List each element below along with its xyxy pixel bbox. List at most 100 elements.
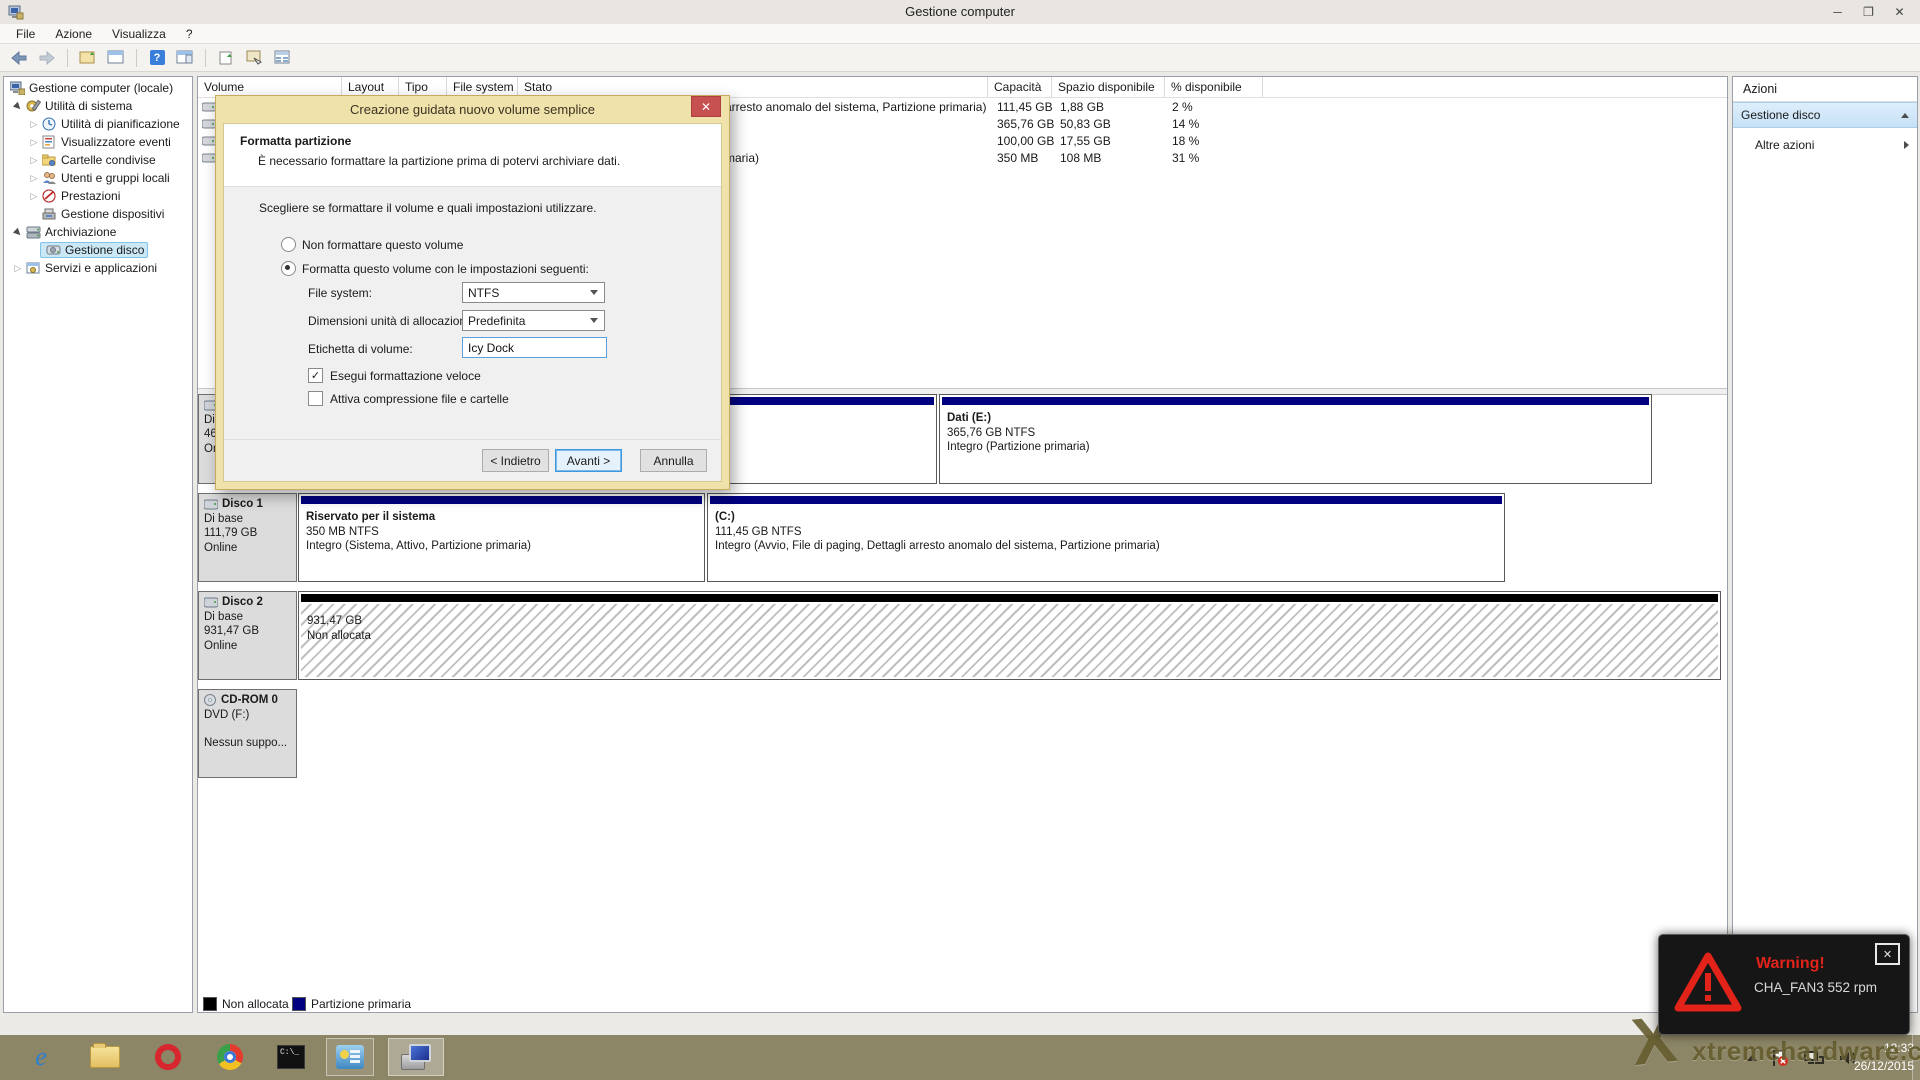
action-pane-icon[interactable] — [174, 47, 196, 69]
tree-item-label[interactable]: Utenti e gruppi locali — [61, 171, 170, 185]
tree-collapsed-icon[interactable]: ▷ — [28, 173, 40, 184]
taskbar-control-panel-button[interactable] — [326, 1038, 374, 1076]
column-header-volume[interactable]: Volume — [198, 77, 342, 97]
checkbox-unchecked-icon[interactable] — [308, 391, 323, 406]
column-header-stato[interactable]: Stato — [518, 77, 988, 97]
column-header-tipo[interactable]: Tipo — [399, 77, 447, 97]
tree-collapsed-icon[interactable]: ▷ — [28, 191, 40, 202]
file-system-select[interactable]: NTFS — [462, 282, 605, 303]
alloc-size-select[interactable]: Predefinita — [462, 310, 605, 331]
properties-icon[interactable] — [243, 47, 265, 69]
back-icon[interactable] — [8, 47, 30, 69]
tray-chevron-icon[interactable] — [1747, 1055, 1757, 1061]
tree-collapsed-icon[interactable]: ▷ — [28, 155, 40, 166]
forward-icon[interactable] — [36, 47, 58, 69]
refresh-icon[interactable] — [215, 47, 237, 69]
column-header-capacita[interactable]: Capacità — [988, 77, 1052, 97]
cancel-button[interactable]: Annulla — [640, 449, 707, 472]
checkbox-label[interactable]: Attiva compressione file e cartelle — [330, 392, 509, 406]
tree-expanded-icon[interactable]: ▶ — [10, 98, 26, 114]
menu-file[interactable]: File — [6, 25, 45, 43]
checkbox-checked-icon[interactable]: ✓ — [308, 368, 323, 383]
wizard-close-button[interactable]: ✕ — [691, 96, 721, 117]
tree-item-label[interactable]: Visualizzatore eventi — [61, 135, 171, 149]
taskbar-file-explorer-icon[interactable] — [88, 1041, 122, 1073]
tree-item-label[interactable]: Servizi e applicazioni — [45, 261, 157, 275]
tree-item-label[interactable]: Prestazioni — [61, 189, 120, 203]
wizard-titlebar[interactable]: Creazione guidata nuovo volume semplice … — [216, 96, 729, 123]
action-center-flag-icon[interactable] — [1770, 1048, 1790, 1068]
collapse-icon[interactable] — [1901, 113, 1909, 118]
tree-collapsed-icon[interactable]: ▷ — [28, 137, 40, 148]
tree-expanded-icon[interactable]: ▶ — [10, 224, 26, 240]
tree-collapsed-icon[interactable]: ▷ — [28, 119, 40, 130]
tree-item-servizi-applicazioni[interactable]: ▷ Servizi e applicazioni — [12, 259, 157, 277]
column-header-layout[interactable]: Layout — [342, 77, 399, 97]
tree-item-utilita-pianificazione[interactable]: ▷ Utilità di pianificazione — [28, 115, 180, 133]
chevron-down-icon[interactable] — [590, 318, 598, 323]
tree-item-utenti-gruppi[interactable]: ▷ Utenti e gruppi locali — [28, 169, 170, 187]
column-header-filesystem[interactable]: File system — [447, 77, 518, 97]
disk2-label[interactable]: Disco 2 Di base 931,47 GB Online — [198, 591, 297, 680]
submenu-arrow-icon[interactable] — [1904, 141, 1909, 149]
cdrom-label[interactable]: CD-ROM 0 DVD (F:) Nessun suppo... — [198, 689, 297, 778]
show-desktop-button[interactable] — [1912, 1035, 1920, 1080]
menu-azione[interactable]: Azione — [45, 25, 102, 43]
tree-item-label[interactable]: Gestione computer (locale) — [29, 81, 173, 95]
radio-icon[interactable] — [281, 237, 296, 252]
taskbar-computer-management-button[interactable] — [388, 1038, 444, 1076]
radio-label[interactable]: Non formattare questo volume — [302, 238, 463, 252]
column-header-spazio[interactable]: Spazio disponibile — [1052, 77, 1165, 97]
disk1-label[interactable]: Disco 1 Di base 111,79 GB Online — [198, 493, 297, 582]
tree-collapsed-icon[interactable]: ▷ — [12, 263, 24, 274]
radio-format[interactable]: Formatta questo volume con le impostazio… — [281, 261, 589, 276]
clock-date[interactable]: 26/12/2015 — [1834, 1057, 1914, 1075]
radio-label[interactable]: Formatta questo volume con le impostazio… — [302, 262, 589, 276]
tree-item-label[interactable]: Utilità di sistema — [45, 99, 132, 113]
console-window-icon[interactable] — [105, 47, 127, 69]
disk0-partition-dati[interactable]: Dati (E:) 365,76 GB NTFS Integro (Partiz… — [939, 394, 1652, 484]
column-header-pct[interactable]: % disponibile — [1165, 77, 1263, 97]
menu-help[interactable]: ? — [176, 25, 203, 43]
tree-item-label[interactable]: Cartelle condivise — [61, 153, 156, 167]
actions-altre-azioni[interactable]: Altre azioni — [1733, 133, 1917, 157]
tree-item-gestione-disco[interactable]: Gestione disco — [40, 241, 148, 259]
menu-visualizza[interactable]: Visualizza — [102, 25, 176, 43]
tree-item-cartelle-condivise[interactable]: ▷ Cartelle condivise — [28, 151, 156, 169]
tree-item-label[interactable]: Utilità di pianificazione — [61, 117, 180, 131]
show-console-tree-icon[interactable] — [77, 47, 99, 69]
tree-item-gestione-dispositivi[interactable]: Gestione dispositivi — [40, 205, 164, 223]
actions-item-label[interactable]: Gestione disco — [1741, 108, 1820, 122]
quick-format-checkbox[interactable]: ✓ Esegui formattazione veloce — [308, 368, 481, 383]
tree-item-prestazioni[interactable]: ▷ Prestazioni — [28, 187, 120, 205]
volume-label-input[interactable] — [462, 337, 607, 358]
tree-item-label[interactable]: Gestione dispositivi — [61, 207, 164, 221]
tree-item-visualizzatore-eventi[interactable]: ▷ Visualizzatore eventi — [28, 133, 171, 151]
taskbar-chrome-icon[interactable] — [213, 1041, 247, 1073]
help-icon[interactable]: ? — [146, 47, 168, 69]
maximize-button[interactable]: ❐ — [1854, 2, 1883, 22]
checkbox-label[interactable]: Esegui formattazione veloce — [330, 369, 481, 383]
tree-item-label[interactable]: Gestione disco — [65, 243, 144, 257]
close-button[interactable]: ✕ — [1885, 2, 1914, 22]
radio-no-format[interactable]: Non formattare questo volume — [281, 237, 463, 252]
views-icon[interactable] — [271, 47, 293, 69]
taskbar-opera-icon[interactable] — [151, 1041, 185, 1073]
tray-clock[interactable]: 12:33 26/12/2015 — [1834, 1039, 1914, 1075]
network-icon[interactable] — [1803, 1049, 1825, 1067]
taskbar-ie-icon[interactable]: e — [24, 1041, 58, 1073]
tree-item-gestione-computer[interactable]: Gestione computer (locale) — [8, 79, 173, 97]
actions-item-label[interactable]: Altre azioni — [1755, 138, 1814, 152]
minimize-button[interactable]: ─ — [1823, 2, 1852, 22]
disk2-unallocated[interactable]: 931,47 GB Non allocata — [298, 591, 1721, 680]
tree-item-archiviazione[interactable]: ▶ Archiviazione — [12, 223, 116, 241]
next-button[interactable]: Avanti > — [555, 449, 622, 472]
disk1-partition-riservato[interactable]: Riservato per il sistema 350 MB NTFS Int… — [298, 493, 705, 582]
radio-selected-icon[interactable] — [281, 261, 296, 276]
taskbar-cmd-icon[interactable]: C:\_ — [274, 1041, 308, 1073]
tree-item-label[interactable]: Archiviazione — [45, 225, 116, 239]
tree-item-utilita-di-sistema[interactable]: ▶ Utilità di sistema — [12, 97, 132, 115]
chevron-down-icon[interactable] — [590, 290, 598, 295]
popup-close-button[interactable]: ✕ — [1875, 943, 1900, 965]
disk1-partition-c[interactable]: (C:) 111,45 GB NTFS Integro (Avvio, File… — [707, 493, 1505, 582]
